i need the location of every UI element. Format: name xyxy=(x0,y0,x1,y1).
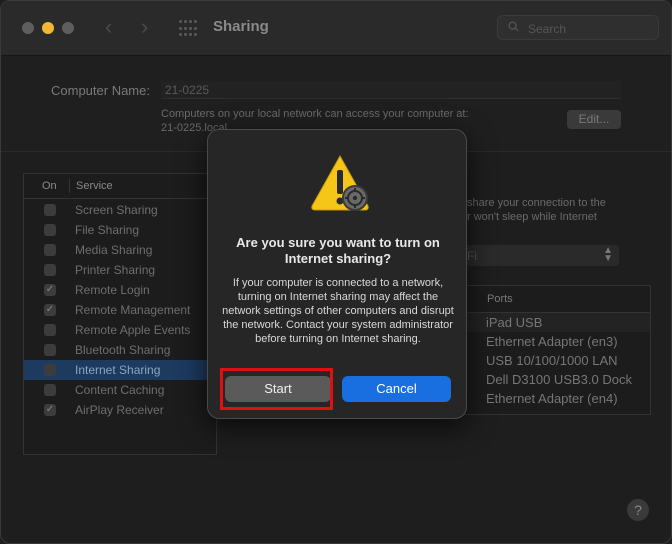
service-checkbox[interactable]: ✓ xyxy=(44,404,56,416)
service-label: Printer Sharing xyxy=(75,263,156,277)
service-checkbox[interactable] xyxy=(44,344,56,356)
on-column-header: On xyxy=(42,180,57,192)
service-list-header: On Service xyxy=(24,174,216,199)
service-column-header: Service xyxy=(76,180,113,192)
dialog-title: Are you sure you want to turn on Interne… xyxy=(236,235,440,266)
service-label: Remote Apple Events xyxy=(75,323,191,337)
port-label: iPad USB xyxy=(486,315,543,330)
service-label: AirPlay Receiver xyxy=(75,403,164,417)
service-row[interactable]: Content Caching xyxy=(24,380,216,400)
service-row[interactable]: ✓ Remote Management xyxy=(24,300,216,320)
service-checkbox[interactable]: ✓ xyxy=(44,304,56,316)
service-checkbox[interactable] xyxy=(44,244,56,256)
ports-column-header: Ports xyxy=(487,293,513,305)
computer-name-field[interactable] xyxy=(161,81,621,99)
service-checkbox[interactable] xyxy=(44,264,56,276)
service-row[interactable]: Bluetooth Sharing xyxy=(24,340,216,360)
service-label: Remote Management xyxy=(75,303,191,317)
port-label: Ethernet Adapter (en4) xyxy=(486,391,618,406)
service-label: File Sharing xyxy=(75,223,140,237)
service-label: Remote Login xyxy=(75,283,150,297)
service-checkbox[interactable]: ✓ xyxy=(44,284,56,296)
description-line-1: share your connection to the xyxy=(467,197,606,209)
sharing-window: ‹ › Sharing Computer Name: Computers on … xyxy=(0,0,672,544)
service-checkbox[interactable] xyxy=(44,224,56,236)
service-row[interactable]: Printer Sharing xyxy=(24,260,216,280)
back-chevron-icon[interactable]: ‹ xyxy=(105,15,112,39)
search-input[interactable] xyxy=(526,19,650,38)
title-bar: ‹ › Sharing xyxy=(1,1,671,56)
zoom-window-button[interactable] xyxy=(62,22,74,34)
address-description-text: Computers on your local network can acce… xyxy=(161,108,469,120)
window-title: Sharing xyxy=(213,18,269,35)
port-label: Dell D3100 USB3.0 Dock xyxy=(486,372,632,387)
close-window-button[interactable] xyxy=(22,22,34,34)
share-from-dropdown[interactable]: Fi ▲ ▼ xyxy=(463,245,619,266)
port-row[interactable]: Ethernet Adapter (en4) xyxy=(463,389,650,408)
port-row[interactable]: Ethernet Adapter (en3) xyxy=(463,332,650,351)
service-label: Internet Sharing xyxy=(75,363,161,377)
service-row[interactable]: Internet Sharing xyxy=(24,360,216,380)
port-row[interactable]: iPad USB xyxy=(463,313,650,332)
service-checkbox[interactable] xyxy=(44,364,56,376)
cancel-button[interactable]: Cancel xyxy=(342,376,451,402)
service-row[interactable]: Remote Apple Events xyxy=(24,320,216,340)
forward-chevron-icon[interactable]: › xyxy=(141,15,148,39)
service-label: Content Caching xyxy=(75,383,165,397)
minimize-window-button[interactable] xyxy=(42,22,54,34)
column-divider xyxy=(69,179,70,193)
service-row[interactable]: ✓ Remote Login xyxy=(24,280,216,300)
warning-icon xyxy=(311,154,369,211)
service-checkbox[interactable] xyxy=(44,324,56,336)
service-checkbox[interactable] xyxy=(44,204,56,216)
service-label: Media Sharing xyxy=(75,243,153,257)
show-all-grid-icon[interactable] xyxy=(179,20,197,38)
service-checkbox[interactable] xyxy=(44,384,56,396)
port-label: USB 10/100/1000 LAN xyxy=(486,353,618,368)
dropdown-value: Fi xyxy=(467,249,477,263)
search-icon xyxy=(508,21,519,32)
highlight-box xyxy=(220,368,333,410)
ports-list: Ports iPad USB Ethernet Adapter (en3) USB … xyxy=(463,285,651,415)
description-line-2: r won't sleep while Internet xyxy=(467,211,597,223)
help-button[interactable]: ? xyxy=(627,499,649,521)
service-row[interactable]: File Sharing xyxy=(24,220,216,240)
port-row[interactable]: USB 10/100/1000 LAN xyxy=(463,351,650,370)
service-row[interactable]: Screen Sharing xyxy=(24,200,216,220)
service-list: On Service Screen Sharing File Sharing Med… xyxy=(23,173,217,455)
edit-button[interactable]: Edit... xyxy=(567,110,621,129)
computer-name-label: Computer Name: xyxy=(51,83,150,98)
internet-sharing-description: share your connection to the r won't sle… xyxy=(467,196,667,224)
search-field[interactable] xyxy=(497,15,659,40)
updown-chevron-icon: ▲ ▼ xyxy=(603,245,613,264)
dialog-message: If your computer is connected to a netwo… xyxy=(222,277,454,345)
port-label: Ethernet Adapter (en3) xyxy=(486,334,618,349)
service-label: Bluetooth Sharing xyxy=(75,343,171,357)
service-row[interactable]: Media Sharing xyxy=(24,240,216,260)
service-label: Screen Sharing xyxy=(75,203,158,217)
service-row[interactable]: ✓ AirPlay Receiver xyxy=(24,400,216,420)
port-row[interactable]: Dell D3100 USB3.0 Dock xyxy=(463,370,650,389)
